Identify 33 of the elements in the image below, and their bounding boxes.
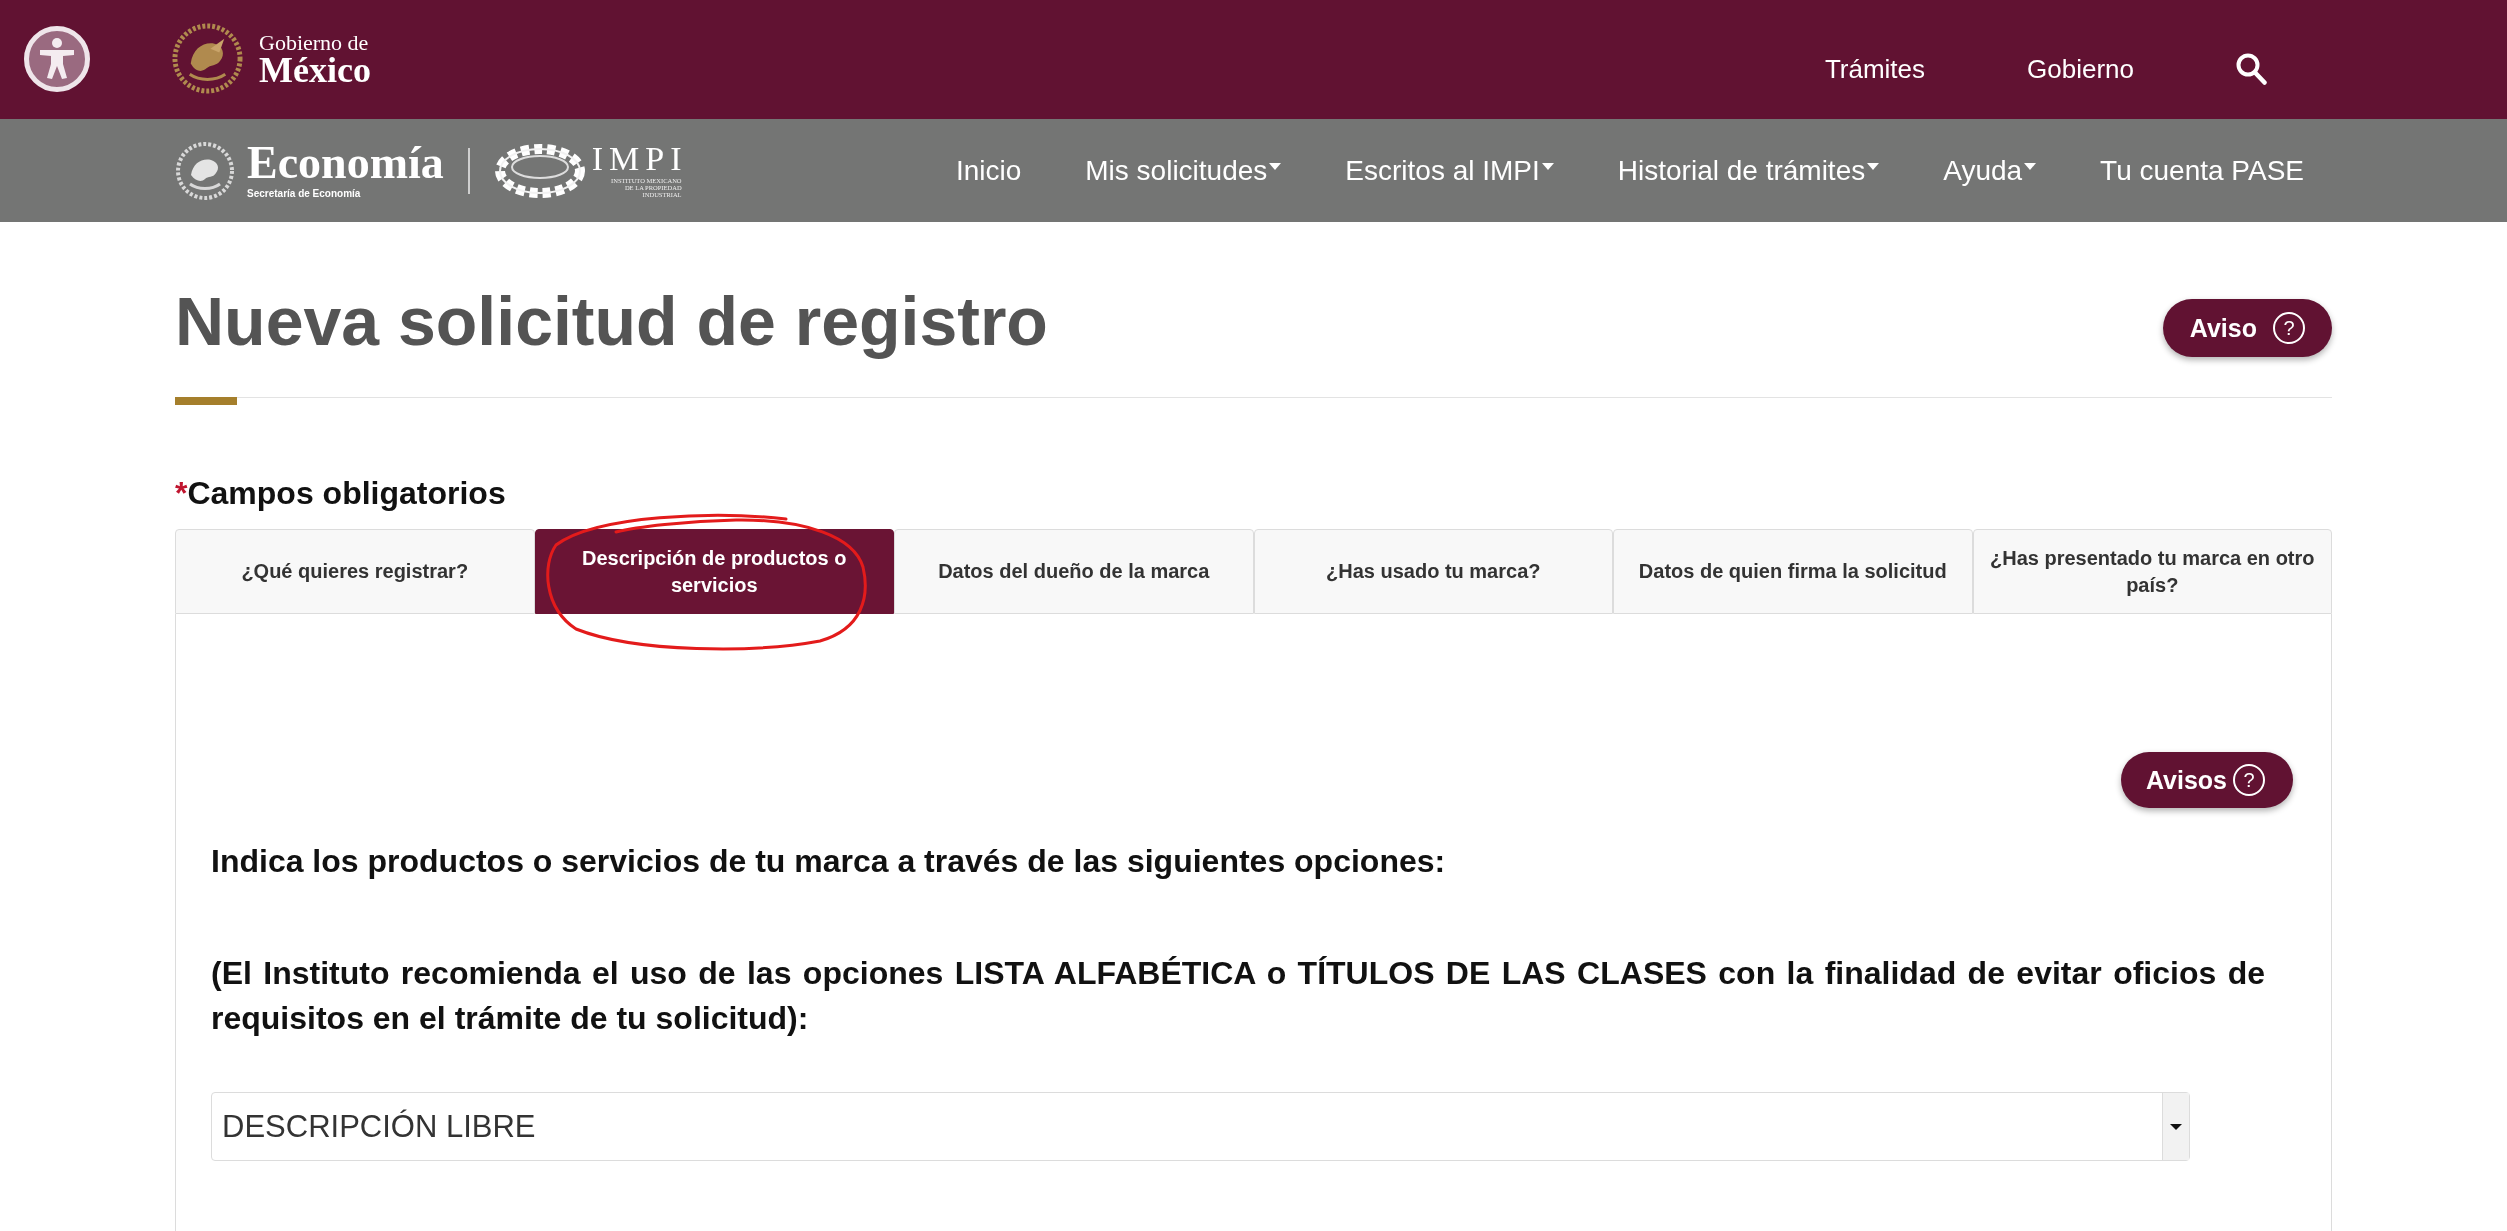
coat-of-arms-icon (175, 140, 235, 201)
logo-text: IMPI (591, 143, 688, 174)
accent-bar (175, 397, 237, 405)
notices-button[interactable]: Avisos ? (2120, 752, 2293, 808)
nav-dropdown[interactable]: Ayuda (1943, 152, 2037, 189)
instructions-text: Indica los productos o servicios de tu marca a través de las siguientes opciones: (211, 842, 1447, 881)
help-icon: ? (2233, 764, 2265, 796)
logo-text: Gobierno de (259, 31, 370, 54)
coat-of-arms-icon (171, 22, 244, 95)
tab[interactable]: Descripción de productos o servicios (534, 529, 894, 614)
search-icon[interactable] (2236, 53, 2267, 85)
tab[interactable]: Datos de quien firma la solicitud (1613, 529, 1973, 614)
select-field[interactable]: DESCRIPCIÓN LIBRE (211, 1092, 2190, 1161)
notice-button[interactable]: Aviso ? (2162, 299, 2332, 357)
nav-link[interactable]: Gobierno (2027, 52, 2134, 86)
help-icon: ? (2273, 312, 2305, 344)
nav-dropdown[interactable]: Mis solicitudes (1085, 152, 1282, 189)
recommendation-text: (El Instituto recomienda el uso de las opciones LISTA ALFABÉTICA o TÍTULOS DE LAS CLASES con la finalidad de evitar oficios de requisitos en el trámite de tu solicitud): (211, 954, 2265, 1038)
required-fields-note: *Campos obligatorios (175, 474, 507, 512)
page-title: Nueva solicitud de registro (175, 282, 1048, 361)
logo-text: México (259, 53, 371, 86)
logo-text: Economía (247, 141, 444, 185)
nav-dropdown[interactable]: Historial de trámites (1617, 152, 1880, 189)
tab[interactable]: ¿Qué quieres registrar? (175, 529, 535, 614)
nav-link[interactable]: Trámites (1824, 52, 1926, 86)
nav-dropdown[interactable]: Escritos al IMPI (1345, 152, 1554, 189)
nav-link[interactable]: Tu cuenta PASE (2100, 152, 2304, 189)
tab[interactable]: ¿Has usado tu marca? (1253, 529, 1613, 614)
caret-icon (2170, 1123, 2182, 1130)
nav-link[interactable]: Inicio (955, 152, 1022, 189)
logo-subtitle: Secretaría de Economía (247, 187, 362, 200)
tab[interactable]: Datos del dueño de la marca (894, 529, 1254, 614)
tab[interactable]: ¿Has presentado tu marca en otro país? (1972, 529, 2332, 614)
